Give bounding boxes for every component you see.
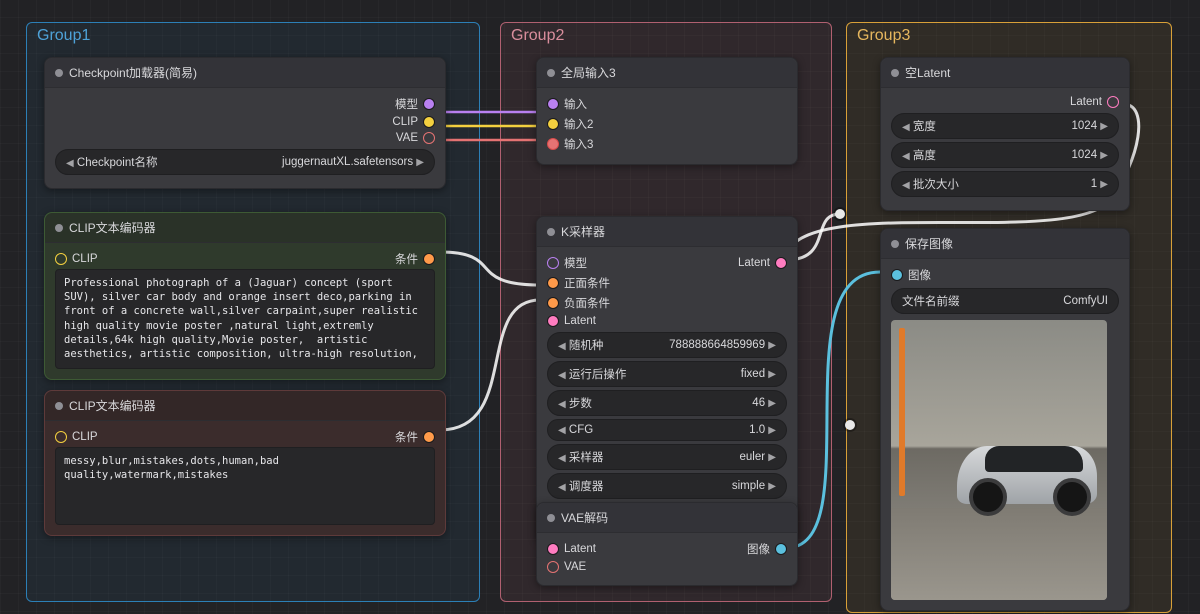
output-image-preview[interactable] (891, 320, 1107, 600)
node-checkpoint-loader[interactable]: Checkpoint加载器(简易) 模型 CLIP VAE ◀ Checkpoi… (44, 57, 446, 189)
input-port-model[interactable] (547, 257, 559, 269)
chevron-left-icon: ◀ (902, 151, 910, 162)
negative-prompt-textarea[interactable]: messy,blur,mistakes,dots,human,bad quali… (55, 447, 435, 525)
node-status-dot (55, 69, 63, 77)
group-1-title: Group1 (37, 27, 90, 45)
chevron-right-icon: ▶ (768, 340, 776, 351)
node-vae-decode[interactable]: VAE解码 Latent图像 VAE (536, 502, 798, 586)
output-port-latent[interactable] (1107, 96, 1119, 108)
chevron-left-icon: ◀ (558, 453, 566, 464)
chevron-left-icon: ◀ (558, 399, 566, 410)
edge-knob[interactable] (835, 209, 845, 219)
chevron-left-icon: ◀ (902, 180, 910, 191)
chevron-right-icon: ▶ (768, 398, 776, 409)
node-empty-latent[interactable]: 空Latent Latent ◀ 宽度1024 ▶◀ 高度1024 ▶◀ 批次大… (880, 57, 1130, 211)
param-随机种[interactable]: ◀ 随机种788888664859969 ▶ (547, 332, 787, 358)
node-title: K采样器 (561, 223, 605, 240)
chevron-left-icon: ◀ (558, 341, 566, 352)
param-步数[interactable]: ◀ 步数46 ▶ (547, 390, 787, 416)
output-model-label: 模型 (395, 96, 418, 112)
node-status-dot (547, 514, 555, 522)
input-port-positive[interactable] (547, 277, 559, 289)
chevron-right-icon: ▶ (768, 425, 776, 436)
chevron-left-icon: ◀ (902, 122, 910, 133)
param-高度[interactable]: ◀ 高度1024 ▶ (891, 142, 1119, 168)
chevron-right-icon: ▶ (1100, 121, 1108, 132)
node-status-dot (547, 69, 555, 77)
output-vae-label: VAE (396, 132, 418, 144)
node-title: 空Latent (905, 64, 950, 81)
chevron-right-icon: ▶ (1100, 179, 1108, 190)
input-port-1[interactable] (547, 98, 559, 110)
param-CFG[interactable]: ◀ CFG1.0 ▶ (547, 419, 787, 441)
node-title: 保存图像 (905, 235, 953, 252)
output-port-latent[interactable] (775, 257, 787, 269)
output-port-conditioning[interactable] (423, 431, 435, 443)
edge-knob[interactable] (845, 420, 855, 430)
positive-prompt-textarea[interactable]: Professional photograph of a (Jaguar) co… (55, 269, 435, 369)
input-port-image[interactable] (891, 269, 903, 281)
input-port-clip[interactable] (55, 431, 67, 443)
output-port-image[interactable] (775, 543, 787, 555)
output-port-model[interactable] (423, 98, 435, 110)
filename-prefix-field[interactable]: 文件名前缀ComfyUI (891, 288, 1119, 314)
chevron-right-icon: ▶ (768, 452, 776, 463)
chevron-left-icon: ◀ (558, 482, 566, 493)
chevron-left-icon: ◀ (558, 370, 566, 381)
node-title: CLIP文本编码器 (69, 397, 156, 414)
node-status-dot (547, 228, 555, 236)
param-采样器[interactable]: ◀ 采样器euler ▶ (547, 444, 787, 470)
chevron-left-icon: ◀ (66, 158, 74, 169)
chevron-right-icon: ▶ (768, 369, 776, 380)
input-port-vae[interactable] (547, 561, 559, 573)
node-status-dot (891, 69, 899, 77)
node-title: CLIP文本编码器 (69, 219, 156, 236)
node-clip-encoder-negative[interactable]: CLIP文本编码器 CLIP条件 messy,blur,mistakes,dot… (44, 390, 446, 536)
output-port-clip[interactable] (423, 116, 435, 128)
input-port-3[interactable] (547, 138, 559, 150)
chevron-right-icon: ▶ (1100, 150, 1108, 161)
chevron-right-icon: ▶ (768, 481, 776, 492)
param-调度器[interactable]: ◀ 调度器simple ▶ (547, 473, 787, 499)
output-port-vae[interactable] (423, 132, 435, 144)
checkpoint-name-selector[interactable]: ◀ Checkpoint名称juggernautXL.safetensors ▶ (55, 149, 435, 175)
input-port-clip[interactable] (55, 253, 67, 265)
node-global-inputs[interactable]: 全局输入3 输入 输入2 输入3 (536, 57, 798, 165)
param-运行后操作[interactable]: ◀ 运行后操作fixed ▶ (547, 361, 787, 387)
output-port-conditioning[interactable] (423, 253, 435, 265)
node-status-dot (891, 240, 899, 248)
node-title: Checkpoint加载器(简易) (69, 64, 197, 81)
chevron-right-icon: ▶ (416, 157, 424, 168)
node-clip-encoder-positive[interactable]: CLIP文本编码器 CLIP条件 Professional photograph… (44, 212, 446, 380)
output-clip-label: CLIP (392, 116, 418, 128)
input-port-2[interactable] (547, 118, 559, 130)
node-status-dot (55, 224, 63, 232)
node-status-dot (55, 402, 63, 410)
input-port-latent[interactable] (547, 543, 559, 555)
param-批次大小[interactable]: ◀ 批次大小1 ▶ (891, 171, 1119, 197)
node-ksampler[interactable]: K采样器 模型Latent 正面条件 负面条件 Latent ◀ 随机种7888… (536, 216, 798, 542)
node-title: VAE解码 (561, 509, 608, 526)
node-save-image[interactable]: 保存图像 图像 文件名前缀ComfyUI (880, 228, 1130, 611)
group-3-title: Group3 (857, 27, 910, 45)
param-宽度[interactable]: ◀ 宽度1024 ▶ (891, 113, 1119, 139)
node-graph-canvas[interactable]: Group1 Group2 Group3 Checkpoint加载器(简易) 模… (0, 0, 1200, 614)
chevron-left-icon: ◀ (558, 425, 566, 436)
input-port-negative[interactable] (547, 297, 559, 309)
node-title: 全局输入3 (561, 64, 616, 81)
input-port-latent[interactable] (547, 315, 559, 327)
group-2-title: Group2 (511, 27, 564, 45)
